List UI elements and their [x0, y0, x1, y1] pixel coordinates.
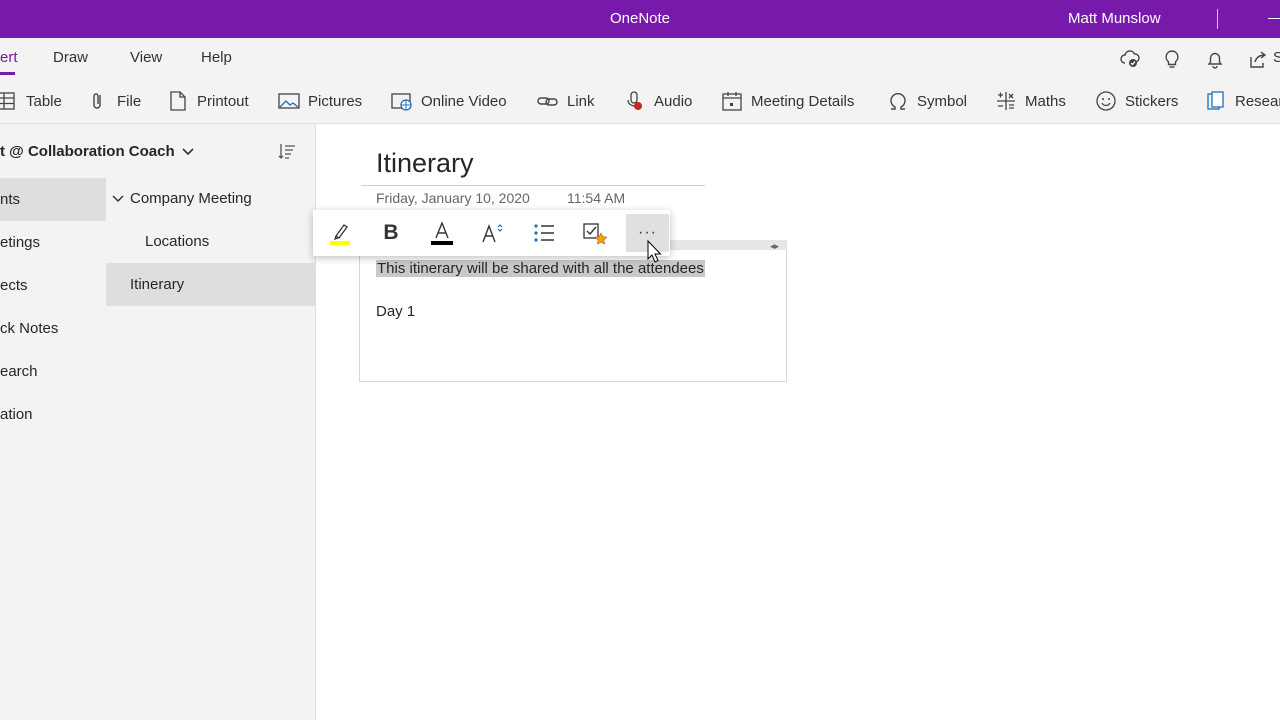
section-item[interactable]: etings	[0, 221, 106, 264]
share-icon[interactable]	[1247, 48, 1269, 70]
page-time: 11:54 AM	[567, 190, 626, 206]
section-item[interactable]: ects	[0, 264, 106, 307]
table-label: Table	[26, 92, 62, 110]
section-item[interactable]: nts	[0, 178, 106, 221]
page-title[interactable]: Itinerary	[376, 148, 474, 179]
maths-label: Maths	[1025, 92, 1066, 110]
page-item-company-meeting[interactable]: Company Meeting	[106, 177, 316, 220]
share-button[interactable]: S	[1273, 49, 1280, 66]
minimize-button[interactable]	[1268, 18, 1280, 19]
font-color-icon	[431, 221, 453, 245]
title-underline	[361, 185, 705, 186]
bell-icon[interactable]	[1204, 48, 1226, 70]
sync-status-icon[interactable]	[1119, 48, 1141, 70]
page-item-itinerary[interactable]: Itinerary	[106, 263, 316, 306]
highlighter-icon	[330, 224, 350, 245]
title-bar: OneNote Matt Munslow	[0, 0, 1280, 38]
resize-handle-icon[interactable]: ◂▸	[770, 241, 779, 252]
bold-button[interactable]: B	[371, 214, 411, 252]
symbol-button[interactable]: Symbol	[887, 88, 967, 114]
font-color-button[interactable]	[422, 214, 462, 252]
paperclip-icon	[93, 93, 101, 109]
stickers-label: Stickers	[1125, 92, 1179, 110]
research-icon	[1207, 91, 1224, 110]
lightbulb-icon[interactable]	[1161, 48, 1183, 70]
section-item[interactable]: earch	[0, 350, 106, 393]
mouse-cursor-icon	[647, 240, 662, 263]
page-date: Friday, January 10, 2020	[376, 190, 530, 206]
stickers-button[interactable]: Stickers	[1095, 88, 1178, 114]
online-video-icon	[391, 93, 412, 111]
omega-icon	[890, 92, 906, 110]
audio-button[interactable]: Audio	[624, 88, 692, 114]
tag-button[interactable]	[575, 214, 615, 252]
chevron-down-icon[interactable]	[181, 145, 195, 159]
menu-bar: ert Draw View Help S	[0, 38, 1280, 78]
calendar-icon	[722, 92, 742, 111]
bullets-button[interactable]	[524, 214, 564, 252]
active-tab-indicator	[0, 72, 15, 75]
audio-label: Audio	[654, 92, 693, 110]
bullet-list-icon	[534, 224, 554, 242]
table-icon	[0, 92, 15, 110]
table-button[interactable]: Table	[0, 88, 62, 114]
tab-insert[interactable]: ert	[0, 49, 18, 66]
online-video-label: Online Video	[421, 92, 507, 110]
meeting-details-label: Meeting Details	[751, 92, 855, 110]
smiley-icon	[1096, 91, 1116, 111]
tab-view[interactable]: View	[130, 49, 162, 66]
link-label: Link	[567, 92, 595, 110]
ribbon-insert: Table File Printout Pictures Online Vide…	[0, 78, 1280, 124]
online-video-button[interactable]: Online Video	[391, 88, 507, 114]
tab-draw[interactable]: Draw	[53, 49, 88, 66]
page-item-locations[interactable]: Locations	[106, 220, 316, 263]
account-name[interactable]: Matt Munslow	[1068, 10, 1161, 27]
sort-icon[interactable]	[277, 141, 297, 161]
printout-button[interactable]: Printout	[167, 88, 249, 114]
link-icon	[537, 97, 558, 106]
maths-button[interactable]: Maths	[995, 88, 1066, 114]
text-line[interactable]: Day 1	[376, 303, 415, 320]
pictures-label: Pictures	[308, 92, 363, 110]
notebook-name[interactable]: t @ Collaboration Coach	[0, 143, 175, 160]
section-item[interactable]: ck Notes	[0, 307, 106, 350]
document-icon	[170, 91, 186, 111]
symbol-label: Symbol	[917, 92, 968, 110]
file-button[interactable]: File	[87, 88, 141, 114]
floating-format-toolbar: B ···	[313, 210, 670, 256]
picture-icon	[278, 93, 300, 109]
section-item[interactable]: ation	[0, 393, 106, 436]
titlebar-separator	[1217, 9, 1218, 29]
microphone-icon	[627, 91, 642, 110]
bold-label: B	[383, 221, 399, 244]
printout-label: Printout	[197, 92, 249, 110]
pictures-button[interactable]: Pictures	[278, 88, 362, 114]
file-label: File	[117, 92, 142, 110]
researcher-button[interactable]: Resear	[1205, 88, 1280, 114]
link-button[interactable]: Link	[537, 88, 595, 114]
meeting-details-button[interactable]: Meeting Details	[721, 88, 854, 114]
math-icon	[997, 92, 1015, 110]
researcher-label: Resear	[1235, 92, 1280, 110]
todo-tag-icon	[583, 223, 608, 245]
font-size-icon	[482, 224, 503, 243]
font-size-button[interactable]	[473, 214, 513, 252]
highlight-button[interactable]	[320, 214, 360, 252]
tab-help[interactable]: Help	[201, 49, 232, 66]
